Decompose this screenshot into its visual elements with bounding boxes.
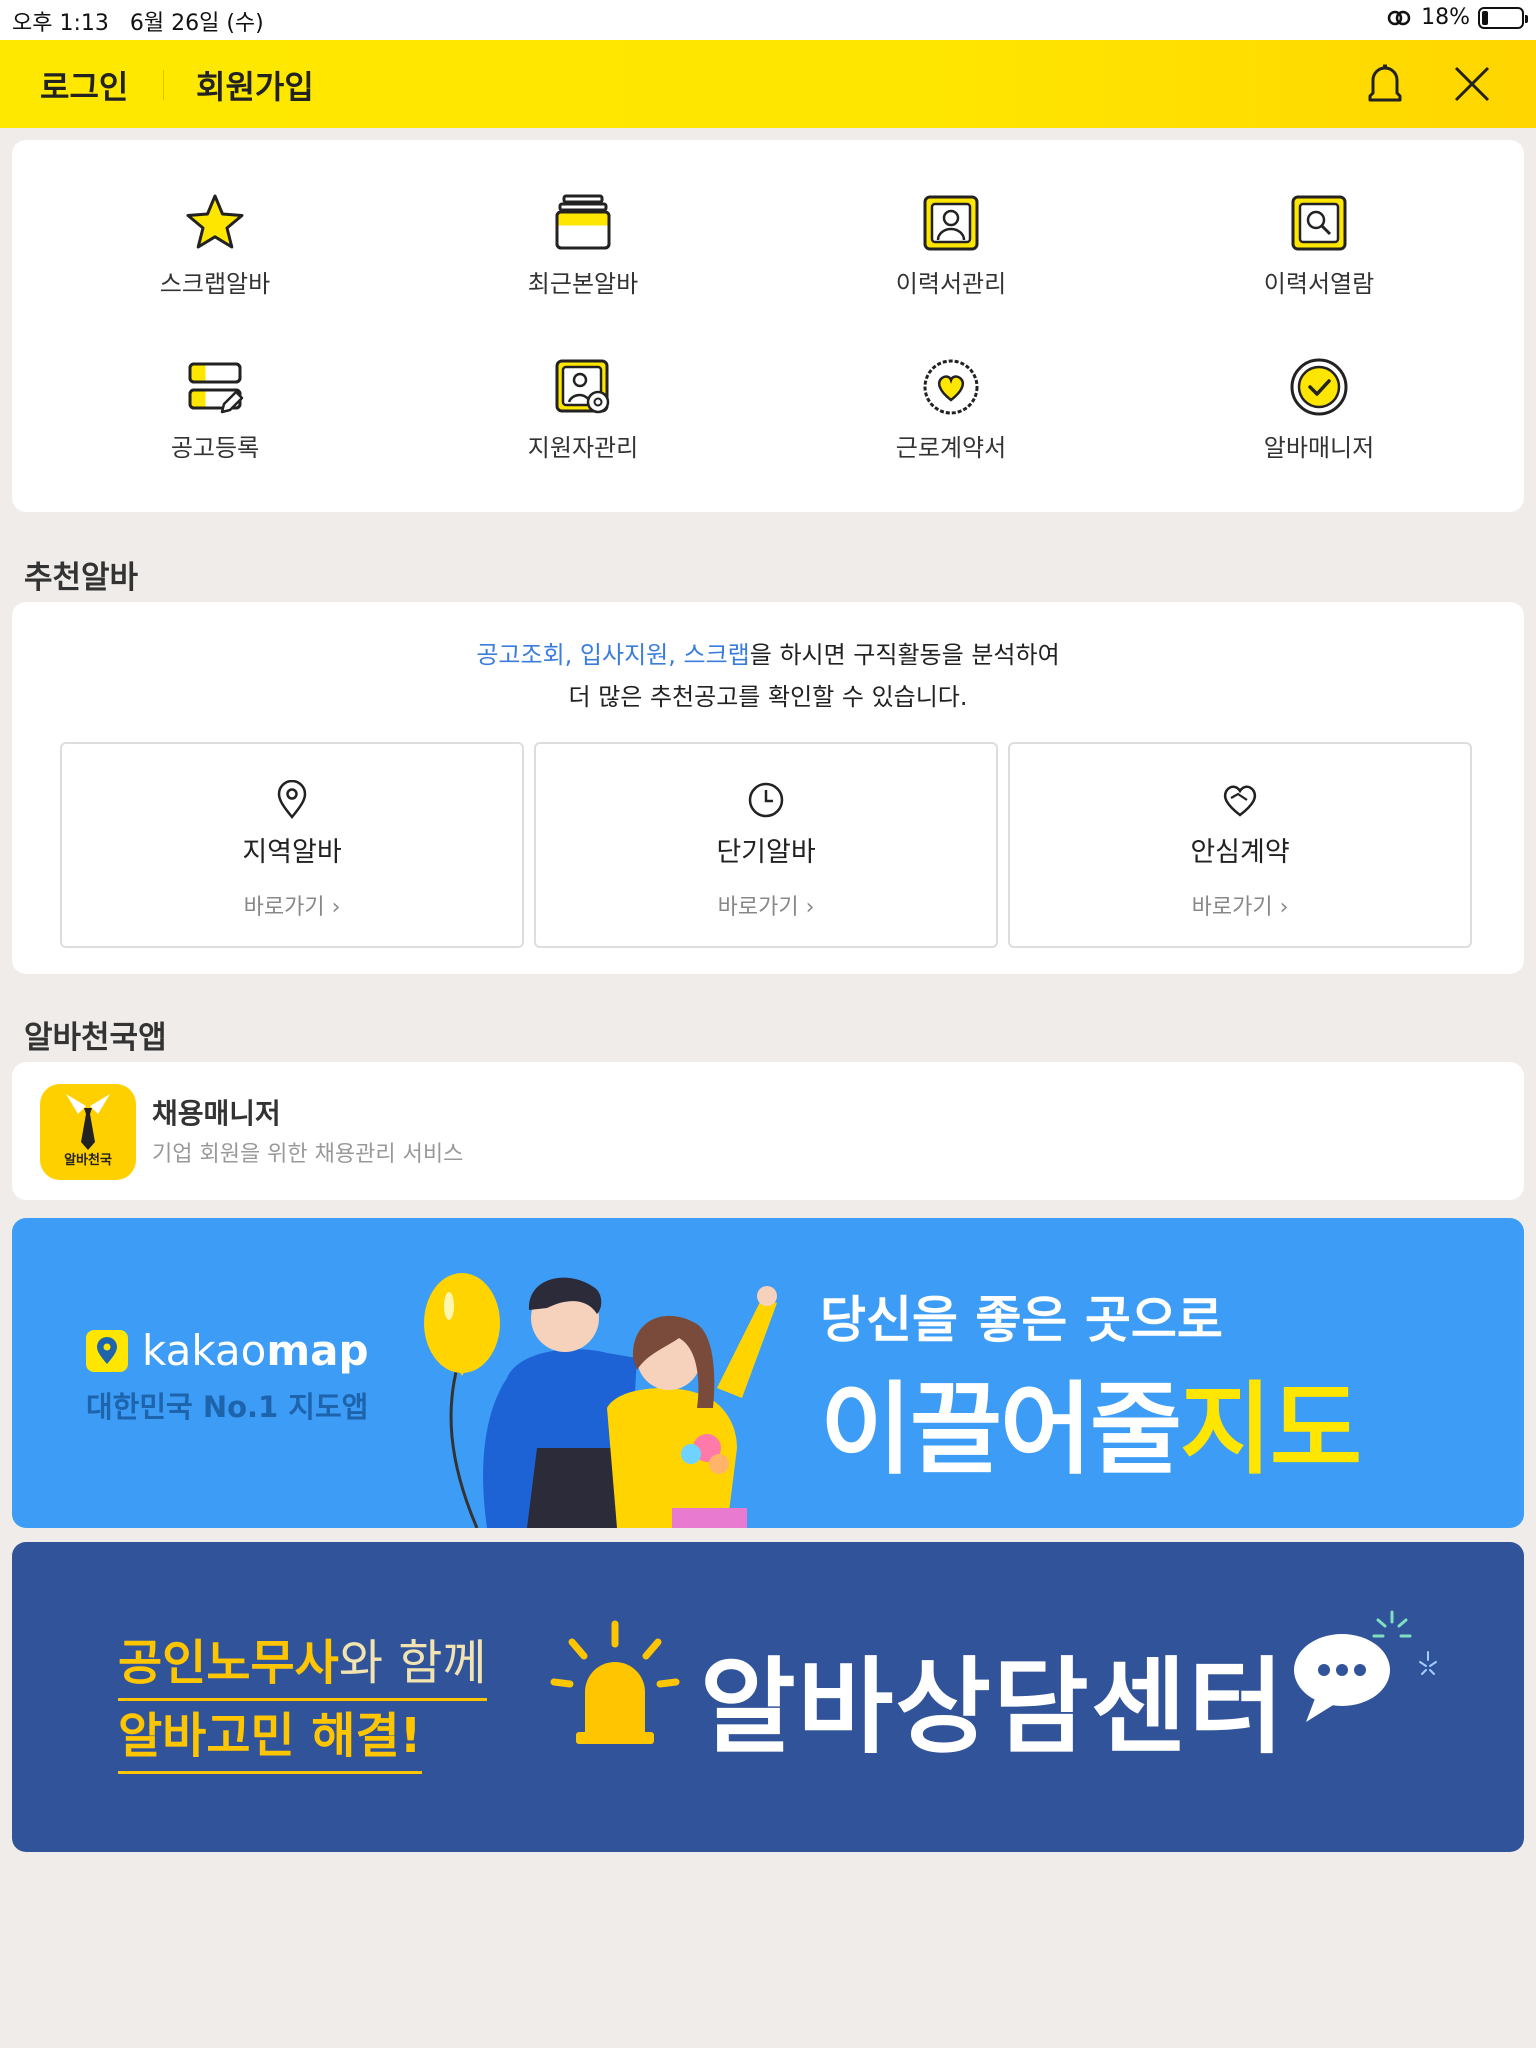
handshake-heart-icon (1223, 785, 1257, 817)
app-name: 채용매니저 (152, 1097, 281, 1130)
recommend-box-title: 지역알바 (242, 837, 342, 868)
menu-resume-view[interactable]: 이력서열람 (1219, 192, 1419, 299)
recommend-box-safe[interactable]: 안심계약 바로가기 › (1008, 742, 1472, 948)
location-pin-icon (277, 780, 307, 819)
join-link[interactable]: 회원가입 (196, 62, 314, 108)
menu-alba-manager[interactable]: 알바매니저 (1219, 356, 1419, 463)
counsel-bold: 공인노무사 (118, 1635, 339, 1691)
menu-label: 이력서열람 (1263, 270, 1375, 298)
app-item-recruit-manager[interactable]: 알바천국 채용매니저 기업 회원을 위한 채용관리 서비스 (12, 1062, 1524, 1200)
menu-scrap-jobs[interactable]: 스크랩알바 (115, 192, 315, 299)
resume-search-icon (1291, 195, 1347, 251)
recommend-box-go[interactable]: 바로가기 › (1010, 889, 1470, 921)
menu-recent-jobs[interactable]: 최근본알바 (483, 192, 683, 299)
recommend-text-line2: 더 많은 추천공고를 확인할 수 있습니다. (568, 683, 968, 711)
contract-heart-icon (923, 359, 979, 415)
counsel-tagline-1: 공인노무사와 함께 (118, 1628, 487, 1701)
recommend-box-title: 단기알바 (716, 837, 816, 868)
header-bar: 로그인 회원가입 (0, 40, 1536, 128)
applicant-gear-icon (555, 359, 610, 414)
post-edit-icon (188, 362, 244, 414)
go-label: 바로가기 (243, 895, 325, 920)
recommend-card: 공고조회, 입사지원, 스크랩을 하시면 구직활동을 분석하여 더 많은 추천공… (12, 602, 1524, 974)
kakaomap-wordmark: kakaomap (142, 1326, 369, 1375)
recommend-box-title: 안심계약 (1190, 837, 1290, 868)
clock-icon (748, 782, 784, 818)
recommend-box-short[interactable]: 단기알바 바로가기 › (534, 742, 998, 948)
kakaomap-logo: kakaomap (86, 1326, 369, 1375)
check-circle-icon (1290, 358, 1348, 416)
chevron-right-icon: › (805, 895, 815, 920)
resume-person-icon (923, 195, 979, 251)
menu-post-job[interactable]: 공고등록 (115, 356, 315, 463)
go-label: 바로가기 (1191, 895, 1273, 920)
menu-label: 이력서관리 (895, 270, 1007, 298)
apps-title: 알바천국앱 (24, 1020, 167, 1056)
go-label: 바로가기 (717, 895, 799, 920)
menu-label: 지원자관리 (527, 434, 639, 462)
kakaomap-banner[interactable]: kakaomap 대한민국 No.1 지도앱 당신을 좋은 곳으로 이끌어줄지도 (12, 1218, 1524, 1528)
menu-label: 근로계약서 (895, 434, 1007, 462)
map-text: map (266, 1326, 369, 1375)
recommend-box-go[interactable]: 바로가기 › (62, 889, 522, 921)
kakao-text: kakao (142, 1326, 267, 1375)
map-pin-icon (86, 1329, 128, 1372)
login-link[interactable]: 로그인 (40, 62, 128, 108)
menu-label: 최근본알바 (527, 270, 639, 298)
chevron-right-icon: › (1279, 895, 1289, 920)
menu-resume-manage[interactable]: 이력서관리 (851, 192, 1051, 299)
app-description: 기업 회원을 위한 채용관리 서비스 (152, 1142, 464, 1167)
siren-icon (550, 1620, 680, 1744)
recommend-box-go[interactable]: 바로가기 › (536, 889, 996, 921)
necktie-icon (66, 1094, 110, 1150)
quick-menu-card: 스크랩알바 최근본알바 이력서관리 이력서열람 공고등록 지원자관리 근로계약서… (12, 140, 1524, 512)
counsel-center-banner[interactable]: 공인노무사와 함께 알바고민 해결! 알바상담센터 (12, 1542, 1524, 1852)
recommend-text-line1: 을 하시면 구직활동을 분석하여 (749, 641, 1060, 669)
menu-applicant-manage[interactable]: 지원자관리 (483, 356, 683, 463)
menu-label: 공고등록 (170, 434, 260, 462)
headline-white: 이끌어줄 (820, 1371, 1182, 1488)
chat-bubble-icon (1294, 1610, 1437, 1722)
header-divider (163, 70, 164, 100)
link-icon (1387, 10, 1411, 25)
recommend-description: 공고조회, 입사지원, 스크랩을 하시면 구직활동을 분석하여 더 많은 추천공… (12, 634, 1524, 718)
counsel-tagline: 공인노무사와 함께 알바고민 해결! (118, 1628, 487, 1774)
app-icon-text: 알바천국 (64, 1153, 112, 1168)
kakaomap-tagline: 대한민국 No.1 지도앱 (86, 1390, 369, 1424)
status-date-text: 6월 26일 (수) (129, 11, 264, 36)
bell-icon[interactable] (1362, 62, 1408, 108)
status-bar: 오후 1:13 6월 26일 (수) 18% (0, 0, 1536, 40)
couple-illustration (424, 1273, 777, 1528)
alba-heaven-app-icon: 알바천국 (40, 1084, 136, 1180)
counsel-title: 알바상담센터 (700, 1646, 1287, 1768)
counsel-tagline-2: 알바고민 해결! (118, 1701, 422, 1774)
headline-yellow: 지도 (1180, 1371, 1362, 1488)
status-time-text: 오후 1:13 (12, 11, 109, 36)
counsel-rest: 와 함께 (338, 1635, 487, 1691)
menu-label: 알바매니저 (1263, 434, 1375, 462)
stack-icon (555, 194, 611, 250)
close-icon[interactable] (1450, 62, 1494, 106)
status-time: 오후 1:13 6월 26일 (수) (12, 5, 264, 37)
recommend-title: 추천알바 (24, 560, 139, 596)
battery-icon (1478, 6, 1528, 29)
menu-label: 스크랩알바 (159, 270, 271, 298)
recommend-highlight: 공고조회, 입사지원, 스크랩 (476, 641, 750, 669)
recommend-box-region[interactable]: 지역알바 바로가기 › (60, 742, 524, 948)
star-icon (186, 194, 244, 249)
kakaomap-headline-2: 이끌어줄지도 (820, 1348, 1362, 1493)
battery-percent: 18% (1421, 5, 1470, 30)
menu-labor-contract[interactable]: 근로계약서 (851, 356, 1051, 463)
chevron-right-icon: › (331, 895, 341, 920)
status-right: 18% (1385, 5, 1528, 30)
kakaomap-headline-1: 당신을 좋은 곳으로 (820, 1291, 1223, 1349)
